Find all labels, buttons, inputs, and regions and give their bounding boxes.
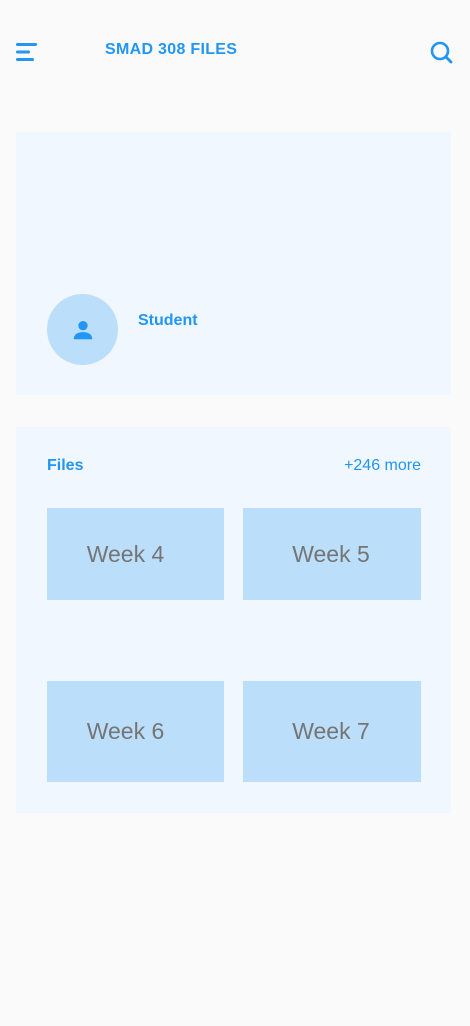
file-tile-week-4[interactable]: Week 4: [47, 508, 224, 600]
file-tile-week-5[interactable]: Week 5: [243, 508, 421, 600]
files-section-title: Files: [47, 457, 84, 474]
file-tile-label: Week 5: [292, 540, 370, 567]
app-screen: SMAD 308 FILES Student Files +246 more W…: [0, 0, 470, 1026]
search-button[interactable]: [428, 39, 454, 65]
menu-icon: [16, 43, 37, 61]
profile-name: Student: [138, 312, 198, 329]
file-tile-label: Week 6: [86, 718, 165, 744]
app-title: SMAD 308 FILES: [105, 41, 238, 58]
search-icon: [430, 41, 453, 64]
file-tile-week-6[interactable]: Week 6: [47, 681, 224, 782]
menu-button[interactable]: [12, 38, 42, 66]
file-tile-week-7[interactable]: Week 7: [243, 681, 421, 782]
more-files-link[interactable]: +246 more: [344, 457, 421, 475]
top-app-bar: SMAD 308 FILES: [0, 0, 470, 100]
person-icon: [73, 320, 92, 339]
profile-card: Student: [16, 132, 451, 395]
files-card: Files +246 more Week 4 Week 5 Week 6 Wee…: [16, 427, 451, 813]
avatar[interactable]: [47, 294, 118, 365]
file-tile-label: Week 7: [292, 718, 370, 744]
file-tile-label: Week 4: [86, 540, 165, 567]
